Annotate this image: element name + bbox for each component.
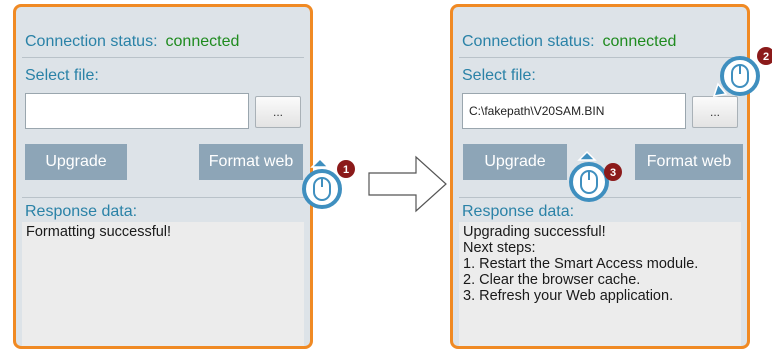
response-line: 3. Refresh your Web application. — [463, 288, 674, 304]
arrow-right-icon — [368, 155, 447, 213]
response-data-label: Response data: — [25, 203, 138, 220]
mouse-click-icon: 2 — [712, 46, 772, 106]
mouse-click-icon: 3 — [565, 148, 625, 208]
connection-status-value: connected — [602, 33, 677, 50]
mouse-click-icon: 1 — [300, 155, 360, 215]
response-line: Next steps: — [463, 240, 536, 256]
step-number: 3 — [610, 167, 616, 179]
file-path-input[interactable] — [462, 93, 686, 129]
divider — [22, 57, 304, 58]
response-line: 1. Restart the Smart Access module. — [463, 256, 699, 272]
response-line: Upgrading successful! — [463, 224, 606, 240]
select-file-label: Select file: — [462, 67, 536, 84]
step-number: 1 — [343, 164, 349, 176]
response-data-box: Formatting successful! — [22, 222, 304, 346]
select-file-label: Select file: — [25, 67, 99, 84]
connection-status: Connection status: connected — [25, 33, 239, 51]
response-line: Formatting successful! — [26, 224, 172, 240]
format-web-button[interactable]: Format web — [635, 144, 743, 180]
response-data-box: Upgrading successful! Next steps: 1. Res… — [459, 222, 741, 346]
connection-status-value: connected — [165, 33, 240, 50]
step-number: 2 — [763, 51, 769, 63]
upgrade-button[interactable]: Upgrade — [463, 144, 567, 180]
divider — [459, 57, 741, 58]
response-data-label: Response data: — [462, 203, 575, 220]
upgrade-button[interactable]: Upgrade — [25, 144, 127, 180]
format-web-button[interactable]: Format web — [199, 144, 303, 180]
connection-status-label: Connection status: — [25, 33, 158, 50]
file-path-input[interactable] — [25, 93, 249, 129]
response-line: 2. Clear the browser cache. — [463, 272, 641, 288]
browse-button[interactable]: ... — [255, 96, 301, 128]
divider — [22, 197, 304, 198]
connection-status: Connection status: connected — [462, 33, 676, 51]
left-panel: Connection status: connected Select file:… — [13, 4, 313, 349]
connection-status-label: Connection status: — [462, 33, 595, 50]
